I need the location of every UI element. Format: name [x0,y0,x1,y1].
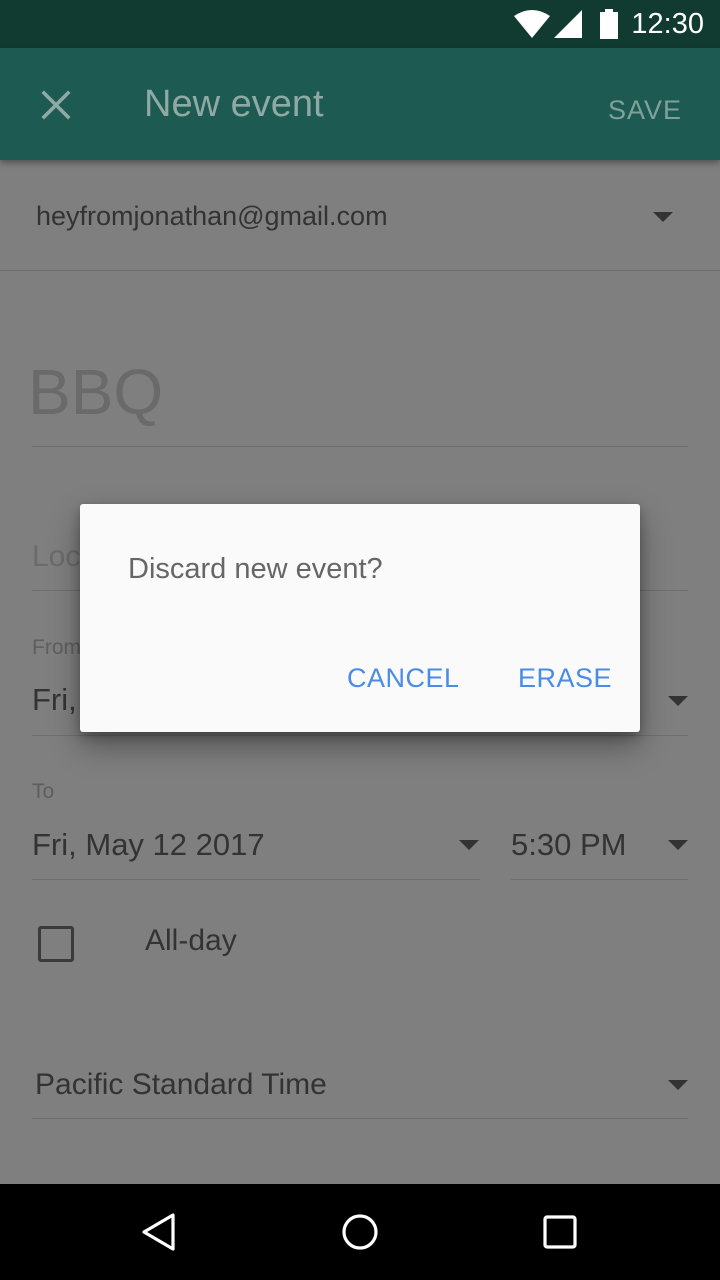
divider [32,735,688,736]
divider [32,879,480,880]
navigation-bar [0,1184,720,1280]
signal-icon [554,10,582,38]
to-label: To [32,780,55,803]
close-button[interactable] [24,73,88,137]
erase-button[interactable]: ERASE [518,662,612,694]
to-date-selector[interactable]: Fri, May 12 2017 [32,825,265,865]
status-time: 12:30 [631,8,704,40]
divider [0,270,720,271]
from-label: From [32,636,81,659]
all-day-label: All-day [145,924,237,957]
battery-icon [600,9,618,39]
all-day-checkbox[interactable] [38,926,74,962]
dialog-message: Discard new event? [128,553,383,585]
back-icon[interactable] [140,1212,180,1252]
chevron-down-icon[interactable] [668,840,688,850]
timezone-selector[interactable]: Pacific Standard Time [35,1066,327,1104]
chevron-down-icon[interactable] [459,840,479,850]
from-date-selector[interactable]: Fri, [32,680,77,720]
location-input[interactable]: Loc [32,537,80,577]
to-time-selector[interactable]: 5:30 PM [511,825,626,865]
cancel-button[interactable]: CANCEL [347,662,460,694]
chevron-down-icon[interactable] [668,696,688,706]
app-bar: New event SAVE [0,48,720,160]
chevron-down-icon[interactable] [653,212,673,222]
recents-icon[interactable] [540,1212,580,1252]
chevron-down-icon[interactable] [668,1080,688,1090]
save-button[interactable]: SAVE [608,94,682,126]
discard-dialog: Discard new event? CANCEL ERASE [80,504,640,732]
divider [32,1118,688,1119]
event-title-input[interactable]: BBQ [28,356,163,428]
divider [32,446,688,447]
home-icon[interactable] [340,1212,380,1252]
account-selector[interactable]: heyfromjonathan@gmail.com [36,199,388,233]
wifi-icon [514,10,550,38]
page-title: New event [144,83,324,125]
status-bar: 12:30 [0,0,720,48]
close-icon [41,90,71,120]
divider [511,879,688,880]
